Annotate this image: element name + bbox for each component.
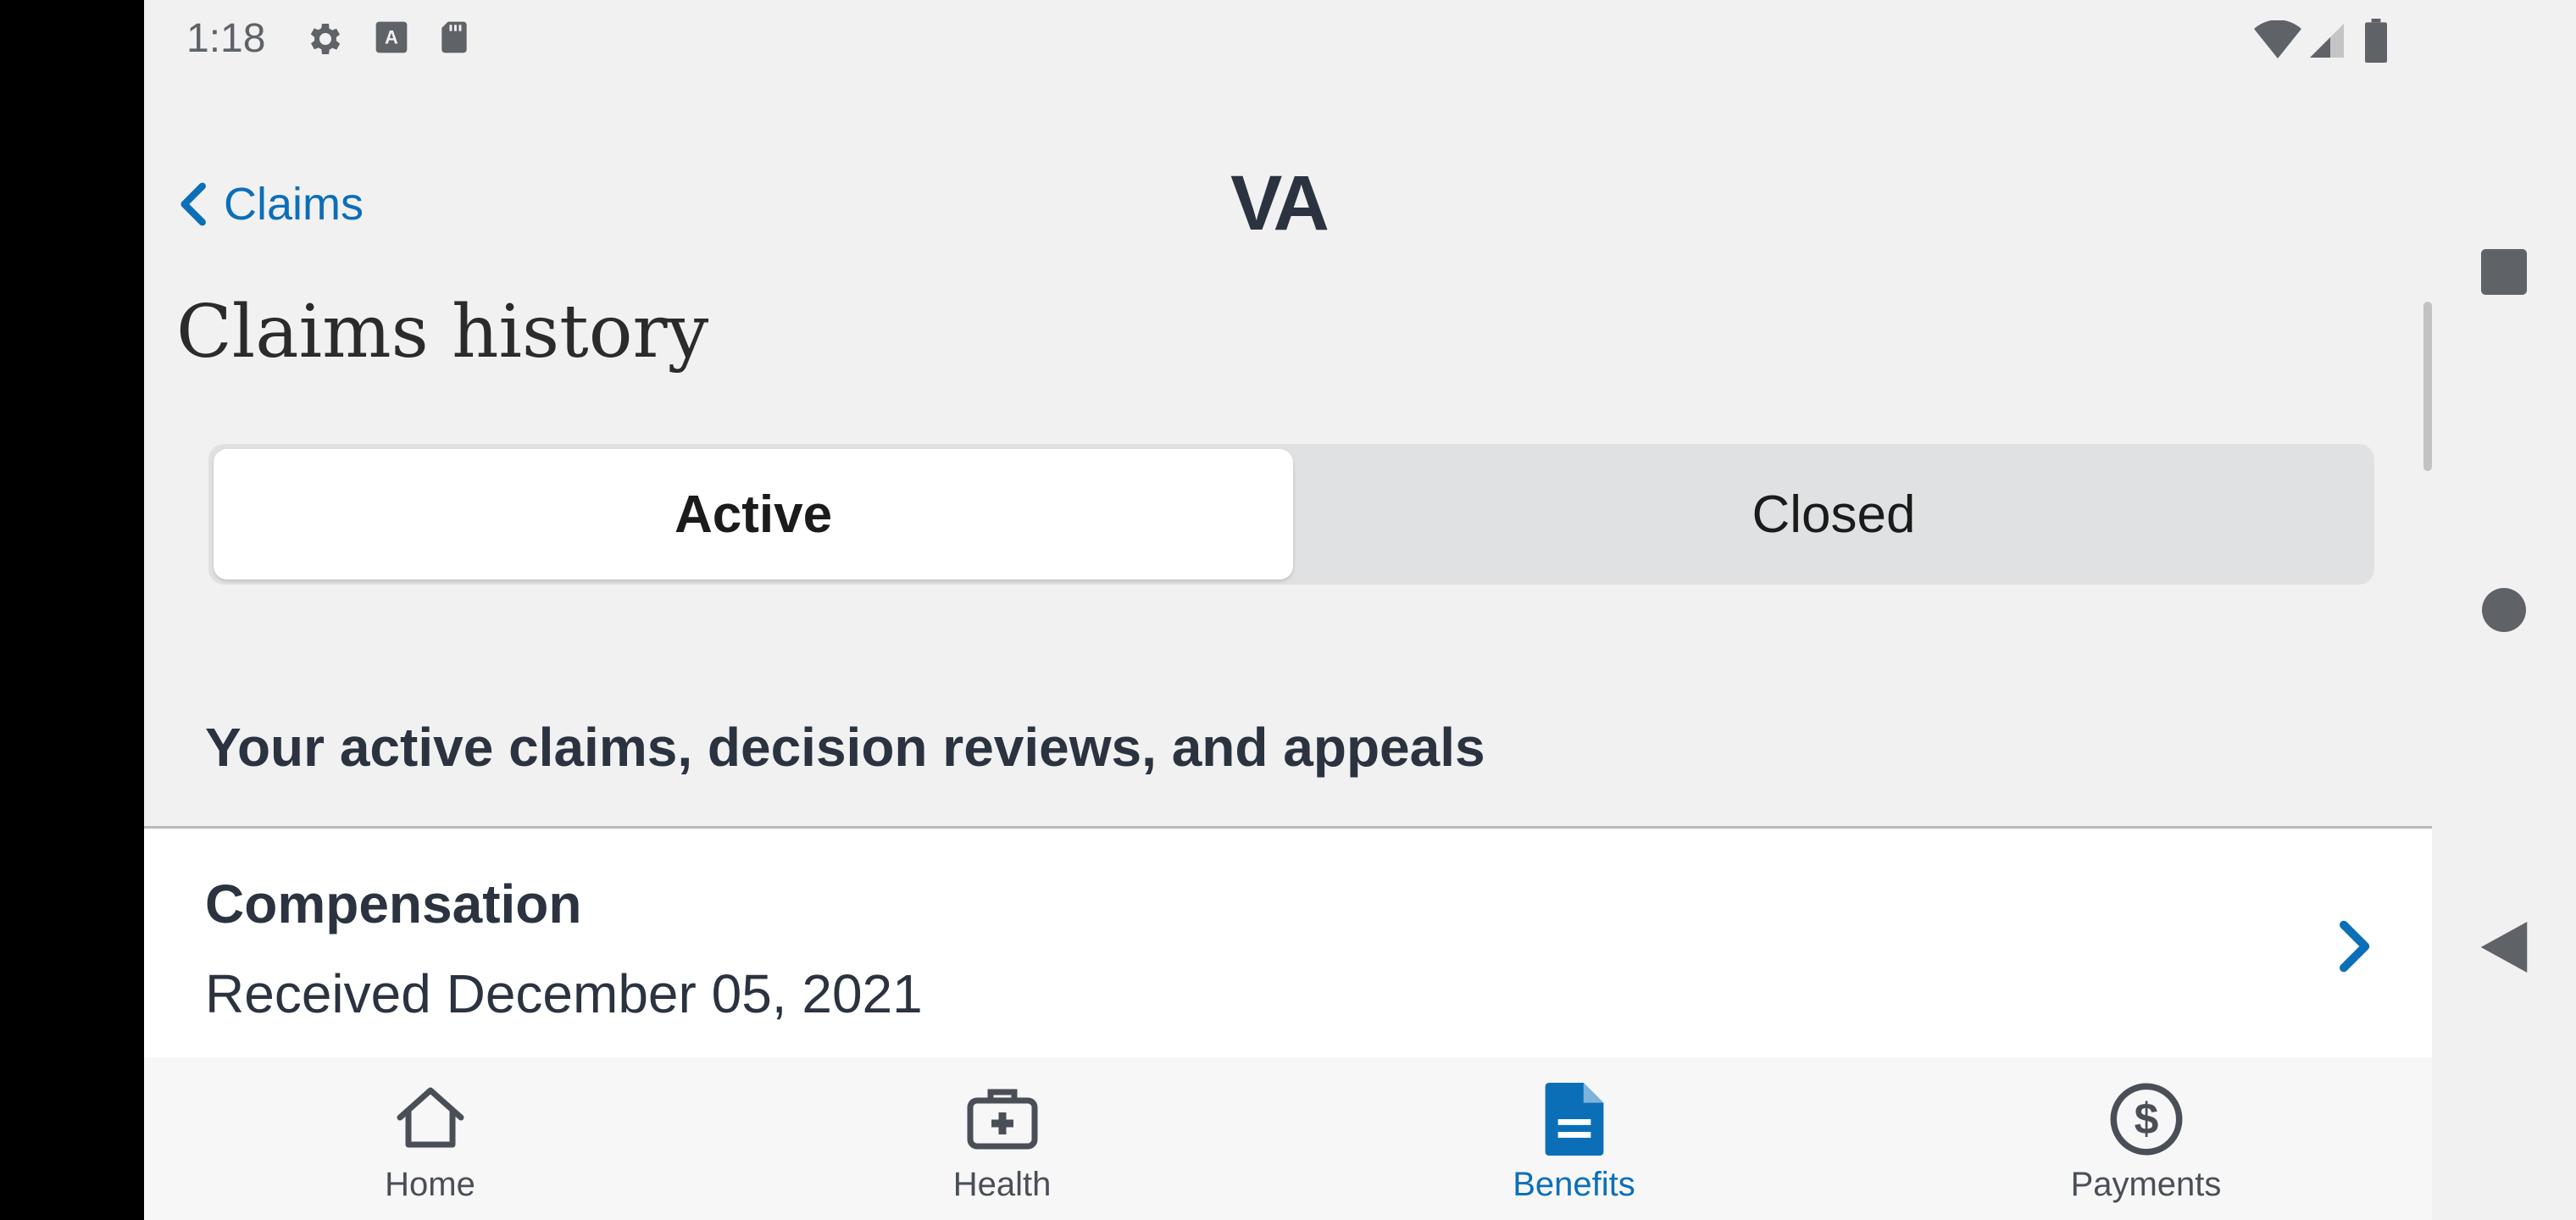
sd-card-icon [436, 19, 473, 60]
app-screen: 1:18 A Claims VA Claims history Active C… [144, 0, 2432, 1220]
chevron-right-icon [2339, 920, 2373, 977]
home-circle-button[interactable] [2482, 588, 2526, 636]
nav-tab-payments[interactable]: $ Payments [1860, 1057, 2432, 1220]
nav-label-benefits: Benefits [1513, 1166, 1635, 1203]
nav-tab-home[interactable]: Home [144, 1057, 716, 1220]
nav-tab-benefits[interactable]: Benefits [1288, 1057, 1860, 1220]
va-logo: VA [1230, 160, 1330, 247]
closed-tab[interactable]: Closed [1293, 449, 2374, 580]
scrollbar[interactable] [2423, 302, 2432, 471]
nav-label-home: Home [385, 1166, 475, 1203]
active-tab[interactable]: Active [214, 449, 1293, 580]
claim-list-item[interactable]: Compensation Received December 05, 2021 [144, 826, 2432, 1060]
back-triangle-button[interactable] [2480, 922, 2528, 977]
dollar-circle-icon: $ [2110, 1083, 2183, 1160]
settings-icon [303, 19, 344, 64]
keyboard-a-icon: A [373, 19, 410, 60]
back-label: Claims [224, 179, 364, 230]
svg-text:$: $ [2134, 1094, 2158, 1143]
nav-label-health: Health [952, 1166, 1052, 1203]
recents-button[interactable] [2481, 249, 2527, 299]
system-navigation-bar [2432, 0, 2576, 1220]
section-heading: Your active claims, decision reviews, an… [205, 717, 1485, 778]
status-time: 1:18 [186, 16, 266, 61]
cellular-signal-icon [2307, 20, 2347, 65]
nav-tab-health[interactable]: Health [716, 1057, 1288, 1220]
medical-kit-icon [965, 1083, 1040, 1156]
bottom-navigation: Home Health Benefits $ Payments [144, 1057, 2432, 1220]
document-icon [1545, 1083, 1604, 1160]
claim-title: Compensation [205, 873, 582, 934]
claims-segment-control: Active Closed [208, 444, 2374, 585]
nav-label-payments: Payments [2070, 1166, 2222, 1203]
battery-icon [2364, 19, 2388, 67]
claim-received-date: Received December 05, 2021 [205, 963, 923, 1024]
home-icon [393, 1083, 468, 1156]
svg-text:A: A [385, 26, 398, 47]
back-button[interactable]: Claims [178, 178, 364, 230]
chevron-left-icon [180, 182, 206, 226]
wifi-icon [2254, 19, 2301, 65]
page-title: Claims history [176, 290, 709, 374]
